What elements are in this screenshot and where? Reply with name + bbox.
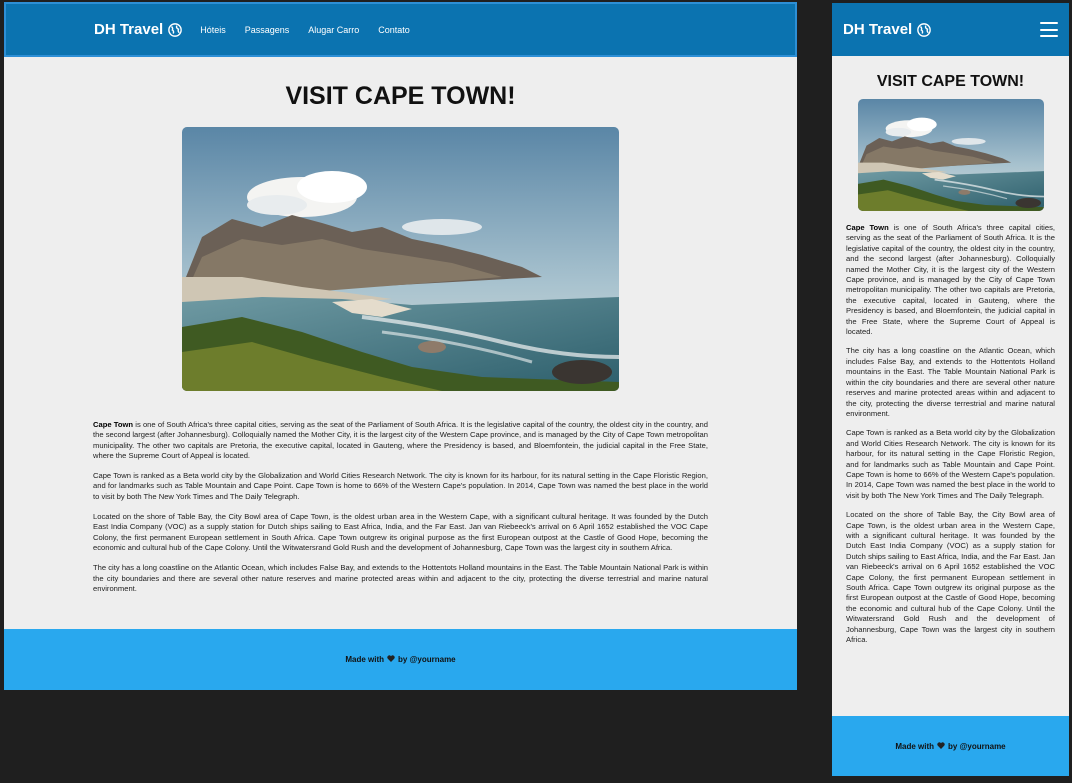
- footer-made-with: Made with: [895, 741, 935, 751]
- city-name-strong: Cape Town: [846, 223, 889, 232]
- site-header: DH Travel Hóteis Passagens Alugar Carro …: [4, 2, 797, 57]
- hero-image: [182, 127, 619, 391]
- nav-item-hoteis[interactable]: Hóteis: [200, 25, 226, 35]
- footer-author: by @yourname: [398, 655, 456, 664]
- heart-icon: [937, 741, 945, 751]
- article-paragraph: Cape Town is one of South Africa's three…: [846, 223, 1055, 337]
- paragraph-text: is one of South Africa's three capital c…: [93, 420, 708, 460]
- site-header: DH Travel: [832, 3, 1069, 56]
- main-nav: Hóteis Passagens Alugar Carro Contato: [200, 25, 429, 35]
- brand-name: DH Travel: [843, 21, 913, 38]
- hamburger-menu-icon[interactable]: [1040, 22, 1058, 37]
- site-footer: Made with by @yourname: [832, 716, 1069, 776]
- site-footer: Made with by @yourname: [4, 629, 797, 690]
- desktop-viewport: DH Travel Hóteis Passagens Alugar Carro …: [4, 2, 797, 690]
- page-title: VISIT CAPE TOWN!: [876, 73, 1025, 90]
- footer-made-with: Made with: [345, 655, 385, 664]
- brand-name: DH Travel: [94, 21, 164, 38]
- nav-item-alugar-carro[interactable]: Alugar Carro: [308, 25, 359, 35]
- globe-icon: [917, 22, 932, 37]
- mobile-viewport: DH Travel VISIT CAPE TOWN! Cape Town is …: [832, 3, 1069, 776]
- article-paragraph: Cape Town is ranked as a Beta world city…: [846, 428, 1055, 500]
- hero-image: [858, 99, 1044, 211]
- article-paragraph: Located on the shore of Table Bay, the C…: [93, 512, 708, 552]
- globe-icon: [168, 22, 183, 37]
- brand-logo-link[interactable]: DH Travel: [94, 21, 183, 38]
- article-paragraph: The city has a long coastline on the Atl…: [93, 563, 708, 593]
- page-title: VISIT CAPE TOWN!: [285, 82, 516, 110]
- footer-author: by @yourname: [948, 741, 1006, 751]
- article-paragraph: Located on the shore of Table Bay, the C…: [846, 510, 1055, 645]
- article-paragraph: The city has a long coastline on the Atl…: [846, 346, 1055, 418]
- article-paragraph: Cape Town is one of South Africa's three…: [93, 420, 708, 461]
- article-body: Cape Town is one of South Africa's three…: [846, 223, 1055, 645]
- nav-item-contato[interactable]: Contato: [378, 25, 410, 35]
- heart-icon: [387, 655, 395, 664]
- article-body: Cape Town is one of South Africa's three…: [93, 420, 708, 594]
- article-paragraph: Cape Town is ranked as a Beta world city…: [93, 471, 708, 501]
- city-name-strong: Cape Town: [93, 420, 134, 429]
- brand-logo-link[interactable]: DH Travel: [843, 21, 932, 38]
- nav-item-passagens[interactable]: Passagens: [245, 25, 290, 35]
- paragraph-text: is one of South Africa's three capital c…: [846, 223, 1056, 337]
